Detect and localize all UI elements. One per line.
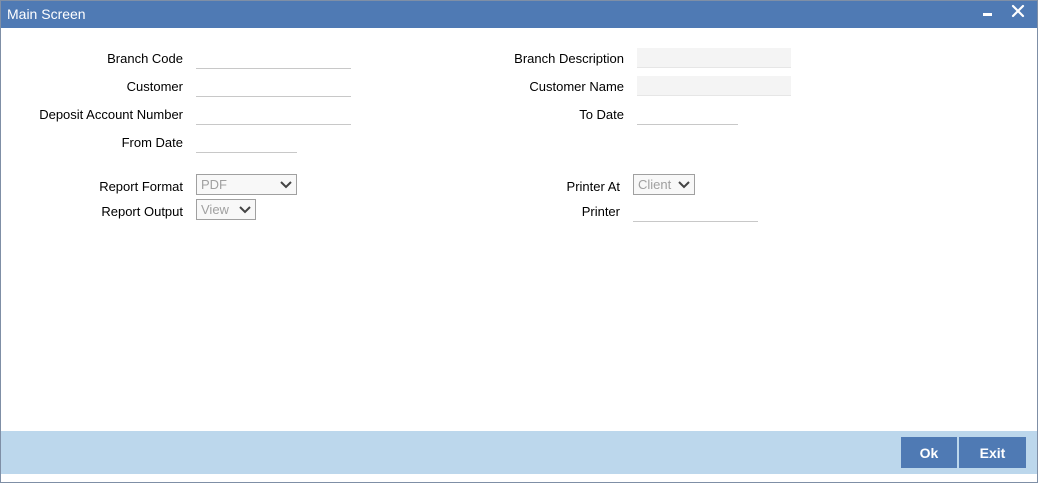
printer-at-value: Client [638, 177, 672, 192]
close-button[interactable] [1007, 1, 1029, 23]
branch-code-input[interactable] [196, 49, 351, 69]
to-date-input[interactable] [637, 105, 738, 125]
close-icon [1011, 4, 1025, 18]
report-format-label: Report Format [99, 179, 183, 194]
branch-code-label: Branch Code [107, 51, 183, 66]
exit-button[interactable]: Exit [959, 437, 1026, 468]
report-output-value: View [201, 202, 229, 217]
to-date-label: To Date [579, 107, 624, 122]
report-output-label: Report Output [101, 204, 183, 219]
branch-description-label: Branch Description [514, 51, 624, 66]
minimize-button[interactable] [979, 1, 997, 27]
report-format-value: PDF [201, 177, 227, 192]
customer-label: Customer [126, 79, 183, 94]
from-date-label: From Date [121, 135, 183, 150]
main-screen-window: Main Screen Branch Code Customer Deposit… [0, 0, 1038, 483]
chevron-down-icon [280, 181, 292, 189]
report-output-select[interactable]: View [196, 199, 256, 220]
branch-description-field [637, 48, 791, 68]
customer-input[interactable] [196, 77, 351, 97]
printer-input[interactable] [633, 202, 758, 222]
chevron-down-icon [678, 181, 690, 189]
from-date-input[interactable] [196, 133, 297, 153]
printer-at-select[interactable]: Client [633, 174, 695, 195]
report-format-select[interactable]: PDF [196, 174, 297, 195]
printer-label: Printer [581, 204, 620, 219]
deposit-account-number-label: Deposit Account Number [39, 107, 183, 122]
footer-bar: Ok Exit [1, 431, 1037, 474]
chevron-down-icon [239, 206, 251, 214]
minimize-icon [983, 13, 992, 16]
title-bar: Main Screen [1, 1, 1037, 28]
window-title: Main Screen [7, 6, 86, 22]
customer-name-label: Customer Name [529, 79, 624, 94]
ok-button[interactable]: Ok [901, 437, 957, 468]
printer-at-label: Printer At [566, 179, 620, 194]
deposit-account-number-input[interactable] [196, 105, 351, 125]
customer-name-field [637, 76, 791, 96]
